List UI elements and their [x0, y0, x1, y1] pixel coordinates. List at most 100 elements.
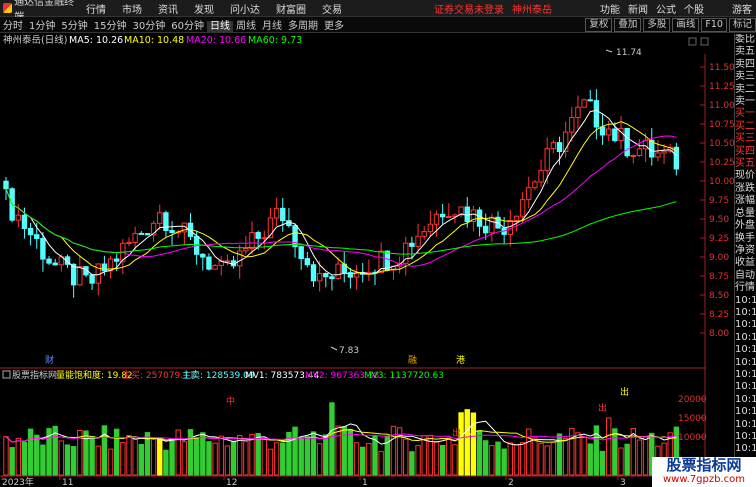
- indicator-name[interactable]: 股票指标网: [12, 369, 57, 381]
- candle-body: [556, 142, 563, 152]
- draw-line-button[interactable]: 画线: [672, 18, 700, 32]
- candle-body: [538, 170, 544, 183]
- candle-body: [513, 215, 520, 221]
- vol-tick-label: 20000: [678, 395, 707, 405]
- tab-monthly[interactable]: 月线: [259, 21, 285, 32]
- indicator-mv3: MV3: 1137720.63: [364, 371, 444, 381]
- menu-trade[interactable]: 交易: [314, 1, 350, 16]
- candle-body: [304, 258, 311, 266]
- volume-bar: [495, 441, 501, 476]
- tab-multi[interactable]: 多周期: [285, 21, 321, 32]
- menu-market[interactable]: 市场: [114, 1, 150, 16]
- sidebar-field: 自动: [735, 269, 755, 281]
- candle-body: [630, 154, 636, 157]
- volume-bar: [409, 451, 415, 476]
- volume-bar: [304, 436, 311, 476]
- volume-bar: [157, 438, 163, 476]
- volume-bar: [40, 444, 46, 476]
- restore-icon[interactable]: [688, 37, 697, 46]
- tab-daily[interactable]: 日线: [206, 21, 233, 32]
- volume-bar: [507, 442, 514, 476]
- tab-5min[interactable]: 5分钟: [58, 21, 90, 32]
- candle-body: [157, 212, 163, 224]
- volume-bar: [150, 438, 157, 476]
- stock-link[interactable]: 神州泰岳: [508, 1, 556, 16]
- tab-30min[interactable]: 30分钟: [129, 21, 168, 32]
- menu-formula[interactable]: 公式: [652, 1, 680, 16]
- event-marker-1[interactable]: 财: [45, 354, 54, 366]
- volume-bar: [323, 434, 329, 476]
- volume-bar: [415, 444, 421, 476]
- mark-button[interactable]: 标记: [728, 18, 756, 32]
- volume-bar: [501, 448, 507, 476]
- sidebar-field: 10:11: [735, 368, 756, 380]
- candle-body: [249, 232, 255, 250]
- candle-body: [624, 127, 630, 157]
- tab-more[interactable]: 更多: [321, 21, 347, 32]
- candle-body: [21, 214, 28, 229]
- login-warning[interactable]: 证券交易未登录: [430, 1, 508, 16]
- price-tick-label: 10.25: [709, 158, 734, 168]
- sidebar-field: 10:11: [735, 306, 756, 318]
- guest-user[interactable]: 游客: [728, 1, 756, 16]
- price-tick-label: 8.00: [709, 329, 729, 339]
- multi-stock-button[interactable]: 多股: [643, 18, 671, 32]
- indicator-box-icon[interactable]: [2, 370, 11, 379]
- sidebar-field: 10:11: [735, 294, 756, 306]
- price-tick-label: 9.50: [709, 215, 729, 225]
- sidebar-field: 买三: [735, 133, 755, 145]
- tab-1min[interactable]: 1分钟: [26, 21, 58, 32]
- volume-bar: [316, 443, 323, 476]
- f10-button[interactable]: F10: [701, 18, 727, 32]
- volume-bar: [562, 437, 569, 476]
- volume-bar: [599, 450, 606, 476]
- candle-body: [409, 242, 415, 247]
- menu-wealth[interactable]: 财富圈: [268, 1, 314, 16]
- sidebar-field: 卖二: [735, 83, 755, 95]
- tab-weekly[interactable]: 周线: [233, 21, 259, 32]
- menu-stock[interactable]: 个股: [680, 1, 708, 16]
- candle-body: [261, 237, 268, 240]
- candle-body: [280, 207, 286, 222]
- volume-bar: [206, 441, 212, 476]
- volume-bar: [58, 440, 65, 476]
- sidebar-field: 卖一: [735, 96, 755, 108]
- sidebar-field: 10:11: [735, 431, 756, 442]
- volume-bar: [114, 428, 120, 476]
- candle-body: [163, 212, 169, 232]
- overlay-button[interactable]: 叠加: [614, 18, 642, 32]
- adjust-button[interactable]: 复权: [585, 18, 613, 32]
- event-marker-3[interactable]: 港: [456, 354, 465, 366]
- menu-newsfeed[interactable]: 新闻: [624, 1, 652, 16]
- sidebar-field: 买二: [735, 120, 755, 132]
- sidebar-field: 涨幅: [735, 195, 755, 207]
- tab-15min[interactable]: 15分钟: [91, 21, 130, 32]
- menu-quotes[interactable]: 行情: [78, 1, 114, 16]
- candle-body: [569, 116, 575, 133]
- menu-assistant[interactable]: 问小达: [222, 1, 268, 16]
- volume-bar: [218, 435, 224, 476]
- event-marker-2[interactable]: 融: [408, 355, 417, 366]
- menu-discover[interactable]: 发现: [186, 1, 222, 16]
- tab-60min[interactable]: 60分钟: [168, 21, 207, 32]
- volume-bar: [138, 443, 145, 476]
- volume-bar: [372, 435, 378, 476]
- candle-body: [550, 142, 557, 150]
- volume-bar: [360, 446, 366, 476]
- volume-bar: [175, 429, 181, 476]
- sidebar-field: 10:11: [735, 443, 756, 455]
- kline-chart[interactable]: 神州泰岳(日线) MA5: 10.26 MA10: 10.48 MA20: 10…: [0, 34, 734, 487]
- volume-bar: [347, 428, 354, 476]
- candle-body: [415, 235, 421, 247]
- candle-body: [126, 241, 132, 244]
- candle-body: [532, 181, 538, 189]
- tab-intraday[interactable]: 分时: [0, 21, 26, 32]
- sidebar-field: 行情: [735, 282, 755, 294]
- volume-bar: [618, 447, 624, 476]
- menu-function[interactable]: 功能: [596, 1, 624, 16]
- candle-body: [464, 206, 470, 223]
- menu-news[interactable]: 资讯: [150, 1, 186, 16]
- volume-bar: [476, 430, 483, 476]
- maximize-icon[interactable]: [700, 37, 709, 46]
- volume-bar: [452, 444, 458, 476]
